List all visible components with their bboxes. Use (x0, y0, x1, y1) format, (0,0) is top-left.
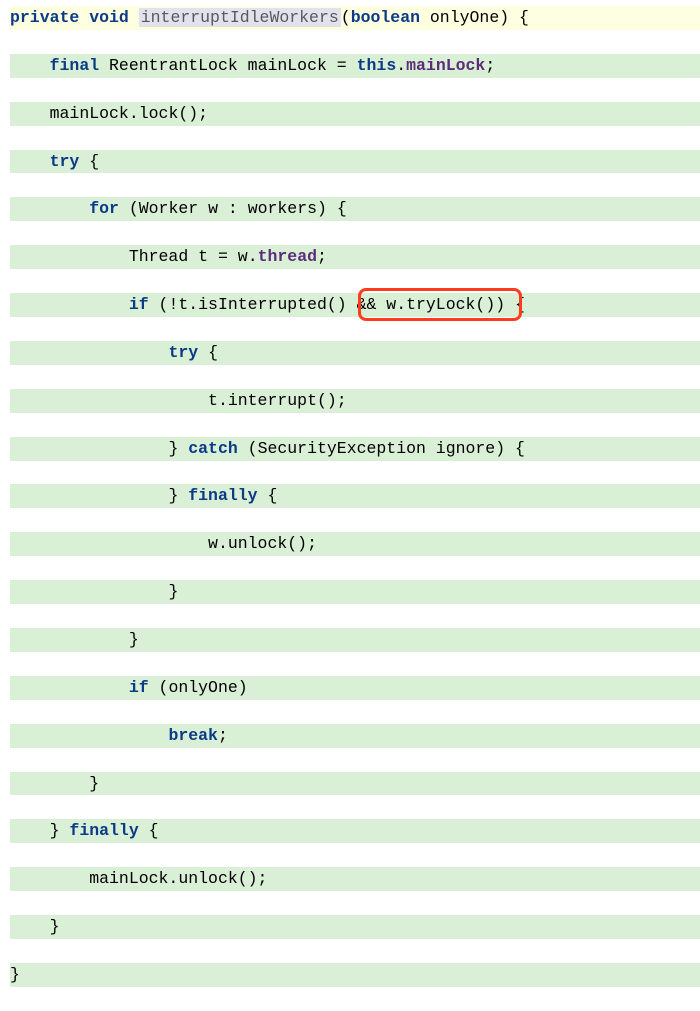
keyword-break: break (168, 726, 218, 745)
method-name: interruptIdleWorkers (139, 8, 341, 27)
semi: ; (218, 726, 228, 745)
code-line: } (10, 772, 700, 796)
code-line: } (10, 915, 700, 939)
param-onlyOne: onlyOne (430, 8, 499, 27)
code-snippet: private void interruptIdleWorkers(boolea… (0, 0, 700, 514)
lparen: ( (159, 678, 169, 697)
keyword-this: this (357, 56, 397, 75)
expr-tryLock: w.tryLock() (386, 295, 495, 314)
code-line: } finally { (10, 484, 700, 508)
semi: ; (485, 56, 495, 75)
lbrace: { (515, 295, 525, 314)
semi: ; (198, 104, 208, 123)
code-line: Thread t = w.thread; (10, 245, 700, 269)
dot: . (248, 247, 258, 266)
keyword-finally: finally (188, 486, 257, 505)
dot: . (396, 56, 406, 75)
call-mainunlock: mainLock.unlock(); (89, 869, 267, 888)
rparen: ) (238, 678, 248, 697)
lbrace: { (208, 343, 218, 362)
lparen: ( (159, 295, 169, 314)
call-interrupt: t.interrupt(); (208, 391, 347, 410)
code-line-if: if (!t.isInterrupted() && w.tryLock()) { (10, 293, 700, 317)
id-workers: workers (248, 199, 317, 218)
rbrace: } (168, 582, 178, 601)
type-ReentrantLock: ReentrantLock (109, 56, 238, 75)
keyword-if: if (129, 678, 149, 697)
keyword-if: if (129, 295, 149, 314)
catch-arg: (SecurityException ignore) (248, 439, 505, 458)
code-line: for (Worker w : workers) { (10, 197, 700, 221)
field-thread: thread (258, 247, 317, 266)
colon: : (218, 199, 248, 218)
rbrace: } (89, 774, 99, 793)
code-line: if (onlyOne) (10, 676, 700, 700)
lbrace: { (519, 8, 529, 27)
code-block: private void interruptIdleWorkers(boolea… (10, 6, 700, 1011)
rbrace: } (168, 486, 178, 505)
lparen: ( (129, 199, 139, 218)
lbrace: { (515, 439, 525, 458)
code-line: mainLock.lock(); (10, 102, 700, 126)
rparen: ) (495, 295, 505, 314)
op-and: && (347, 295, 387, 314)
id-mainLock: mainLock (248, 56, 327, 75)
code-line: } (10, 963, 700, 987)
rparen: ) (499, 8, 509, 27)
field-mainLock: mainLock (406, 56, 485, 75)
eq: = (208, 247, 238, 266)
dot: . (129, 104, 139, 123)
lparen: ( (341, 8, 351, 27)
lbrace: { (149, 821, 159, 840)
code-line: w.unlock(); (10, 532, 700, 556)
keyword-final: final (50, 56, 100, 75)
eq: = (327, 56, 357, 75)
code-line: t.interrupt(); (10, 389, 700, 413)
lbrace: { (337, 199, 347, 218)
id-onlyOne: onlyOne (168, 678, 237, 697)
semi: ; (317, 247, 327, 266)
id-t: t (198, 247, 208, 266)
type-Thread: Thread (129, 247, 188, 266)
rparen: ) (317, 199, 327, 218)
type-Worker: Worker (139, 199, 198, 218)
code-line: mainLock.unlock(); (10, 867, 700, 891)
id-w2: w (238, 247, 248, 266)
code-line: try { (10, 341, 700, 365)
keyword-boolean: boolean (351, 8, 420, 27)
keyword-try: try (50, 152, 80, 171)
lbrace: { (89, 152, 99, 171)
code-line: } (10, 580, 700, 604)
rbrace: } (10, 965, 20, 984)
code-line: } finally { (10, 819, 700, 843)
keyword-for: for (89, 199, 119, 218)
expr-notInterrupted: !t.isInterrupted() (168, 295, 346, 314)
keyword-private: private (10, 8, 79, 27)
id-w: w (208, 199, 218, 218)
rbrace: } (129, 630, 139, 649)
id-mainLock2: mainLock (50, 104, 129, 123)
keyword-try: try (168, 343, 198, 362)
code-line: break; (10, 724, 700, 748)
rbrace: } (168, 439, 178, 458)
lbrace: { (267, 486, 277, 505)
keyword-catch: catch (188, 439, 238, 458)
call-wunlock: w.unlock(); (208, 534, 317, 553)
keyword-void: void (89, 8, 129, 27)
code-line: final ReentrantLock mainLock = this.main… (10, 54, 700, 78)
call-lock: lock() (139, 104, 198, 123)
rbrace: } (50, 821, 60, 840)
keyword-finally: finally (69, 821, 138, 840)
code-line: private void interruptIdleWorkers(boolea… (10, 6, 700, 30)
code-line: try { (10, 150, 700, 174)
code-line: } catch (SecurityException ignore) { (10, 437, 700, 461)
rbrace: } (50, 917, 60, 936)
code-line: } (10, 628, 700, 652)
